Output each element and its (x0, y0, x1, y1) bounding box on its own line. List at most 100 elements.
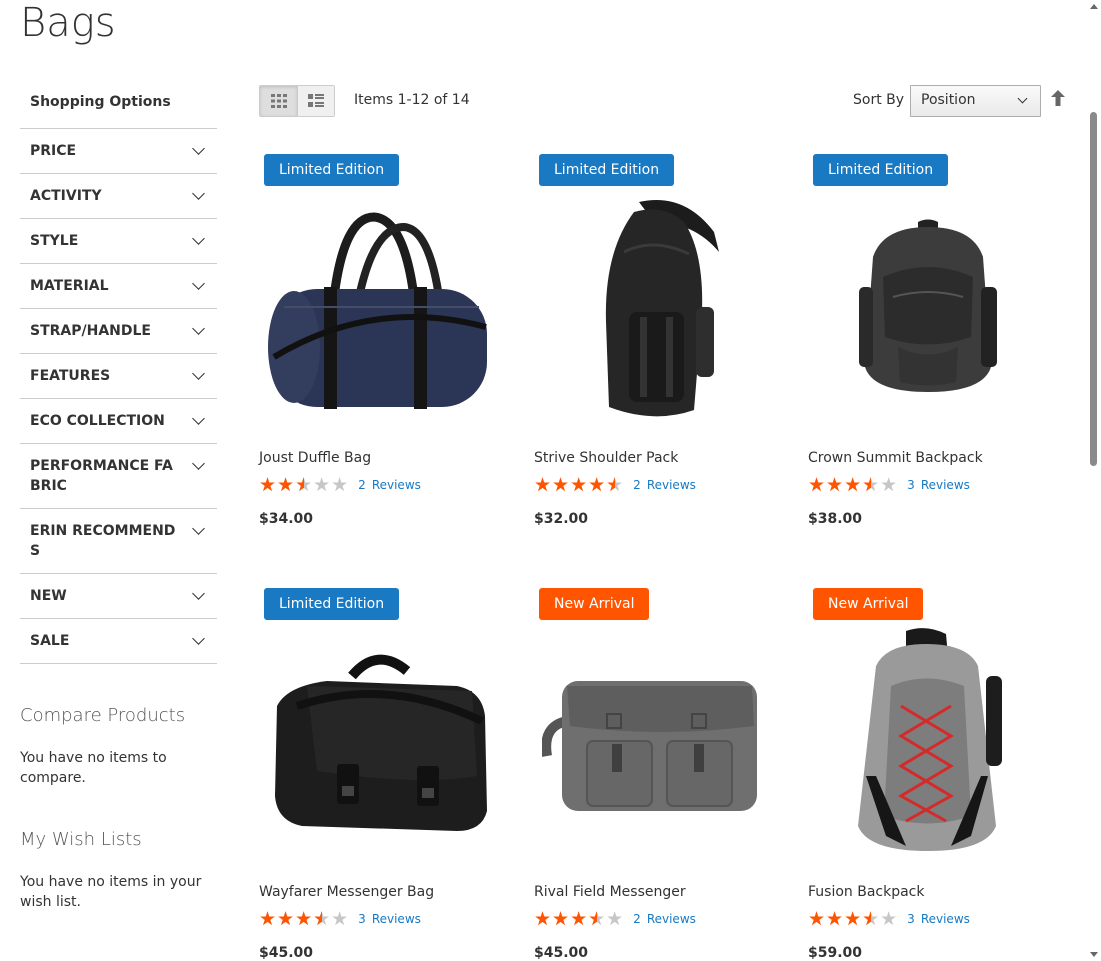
messenger-bag-photo[interactable] (259, 616, 499, 866)
rating-fill: ★★★★★ (259, 910, 322, 928)
reviews-link[interactable]: 2 Reviews (633, 478, 696, 492)
grid-icon (270, 94, 287, 108)
filter-label: Material (30, 278, 109, 294)
reviews-link[interactable]: 3 Reviews (907, 478, 970, 492)
chevron-down-icon (192, 522, 205, 535)
reviews-label: Reviews (920, 912, 970, 926)
filter-performance-fabric[interactable]: Performance Fabric (20, 444, 217, 509)
view-mode-switcher (259, 85, 335, 117)
filter-label: Sale (30, 633, 70, 649)
reviews-count: 2 (633, 478, 641, 492)
product-name-link[interactable]: Strive Shoulder Pack (534, 450, 678, 466)
reviews-count: 3 (358, 912, 366, 926)
page-title: Bags (20, 0, 116, 46)
sort-direction-arrow-icon[interactable] (1051, 90, 1065, 106)
filter-activity[interactable]: Activity (20, 174, 217, 219)
chevron-down-icon (192, 412, 205, 425)
filter-price[interactable]: Price (20, 129, 217, 174)
products-toolbar: Items 1-12 of 14 Sort By Position (259, 85, 1069, 117)
field-messenger-photo[interactable] (534, 616, 774, 866)
scroll-down-arrow-icon[interactable] (1090, 952, 1098, 957)
filter-sale[interactable]: Sale (20, 619, 217, 664)
chevron-down-icon (192, 142, 205, 155)
filter-features[interactable]: Features (20, 354, 217, 399)
chevron-down-icon (1017, 93, 1028, 104)
filter-erin-recommends[interactable]: Erin Recommends (20, 509, 217, 574)
wishlist-title: My Wish Lists (20, 829, 142, 850)
reviews-count: 3 (907, 478, 915, 492)
chevron-down-icon (192, 187, 205, 200)
product-rating: ★★★★★★★★★★ 3 Reviews (808, 474, 970, 496)
filter-label: Style (30, 233, 79, 249)
rating-stars: ★★★★★★★★★★ (808, 908, 899, 930)
product-rating: ★★★★★★★★★★ 2 Reviews (259, 474, 421, 496)
chevron-down-icon (192, 587, 205, 600)
reviews-link[interactable]: 2 Reviews (358, 478, 421, 492)
filter-label: Features (30, 368, 111, 384)
duffle-bag-photo[interactable] (259, 182, 499, 432)
product-price: $34.00 (259, 511, 314, 527)
rating-stars: ★★★★★★★★★★ (808, 474, 899, 496)
reviews-label: Reviews (920, 478, 970, 492)
product-name-link[interactable]: Wayfarer Messenger Bag (259, 884, 434, 900)
rating-fill: ★★★★★ (534, 910, 597, 928)
rating-fill: ★★★★★ (534, 476, 615, 494)
product-name-link[interactable]: Crown Summit Backpack (808, 450, 983, 466)
backpack-photo[interactable] (808, 182, 1048, 432)
product-rating: ★★★★★★★★★★ 2 Reviews (534, 910, 696, 929)
filter-label: Eco Collection (30, 413, 165, 429)
reviews-count: 2 (633, 912, 641, 926)
reviews-link[interactable]: 3 Reviews (907, 912, 970, 926)
page-scrollbar[interactable] (1086, 0, 1101, 961)
filter-label: Price (30, 143, 77, 159)
product-rating: ★★★★★★★★★★ 2 Reviews (534, 474, 696, 496)
filter-label: Erin Recommends (30, 523, 176, 559)
chevron-down-icon (192, 632, 205, 645)
product-price: $59.00 (808, 945, 863, 961)
wishlist-empty-text: You have no items in your wish list. (20, 874, 202, 910)
product-name-link[interactable]: Joust Duffle Bag (259, 450, 371, 466)
rating-fill: ★★★★★ (259, 476, 304, 494)
reviews-label: Reviews (371, 478, 421, 492)
product-rating: ★★★★★★★★★★ 3 Reviews (808, 908, 970, 930)
product-rating: ★★★★★★★★★★ 3 Reviews (259, 908, 421, 930)
scrollbar-thumb[interactable] (1090, 112, 1097, 466)
filter-strap-handle[interactable]: Strap/Handle (20, 309, 217, 354)
sort-by-select[interactable]: Position (910, 85, 1041, 117)
list-view-button[interactable] (297, 86, 334, 116)
compare-empty-text: You have no items to compare. (20, 750, 167, 786)
shopping-options-title: Shopping Options (30, 94, 171, 110)
reviews-count: 3 (907, 912, 915, 926)
fusion-backpack-photo[interactable] (808, 616, 1048, 866)
chevron-down-icon (192, 367, 205, 380)
filter-new[interactable]: New (20, 574, 217, 619)
product-name-link[interactable]: Fusion Backpack (808, 884, 925, 900)
product-name-link[interactable]: Rival Field Messenger (534, 884, 686, 900)
sling-pack-photo[interactable] (534, 182, 774, 432)
product-price: $32.00 (534, 511, 589, 527)
rating-stars: ★★★★★★★★★★ (259, 474, 350, 496)
filter-label: Performance Fabric (30, 458, 173, 494)
reviews-link[interactable]: 2 Reviews (633, 912, 696, 926)
product-price: $45.00 (259, 945, 314, 961)
reviews-label: Reviews (371, 912, 421, 926)
reviews-link[interactable]: 3 Reviews (358, 912, 421, 926)
toolbar-amount: Items 1-12 of 14 (354, 92, 470, 108)
rating-stars: ★★★★★★★★★★ (259, 908, 350, 930)
filter-material[interactable]: Material (20, 264, 217, 309)
reviews-count: 2 (358, 478, 366, 492)
compare-products-title: Compare Products (20, 705, 186, 726)
filter-style[interactable]: Style (20, 219, 217, 264)
reviews-label: Reviews (646, 912, 696, 926)
scroll-up-arrow-icon[interactable] (1090, 4, 1098, 9)
rating-fill: ★★★★★ (808, 476, 871, 494)
chevron-down-icon (192, 457, 205, 470)
sidebar: Shopping Options Price Activity Style Ma… (20, 86, 230, 912)
list-icon (308, 94, 324, 107)
rating-fill: ★★★★★ (808, 910, 871, 928)
grid-view-button[interactable] (260, 86, 297, 116)
product-price: $38.00 (808, 511, 863, 527)
filter-eco-collection[interactable]: Eco Collection (20, 399, 217, 444)
product-price: $45.00 (534, 945, 589, 961)
rating-stars: ★★★★★★★★★★ (534, 474, 625, 496)
